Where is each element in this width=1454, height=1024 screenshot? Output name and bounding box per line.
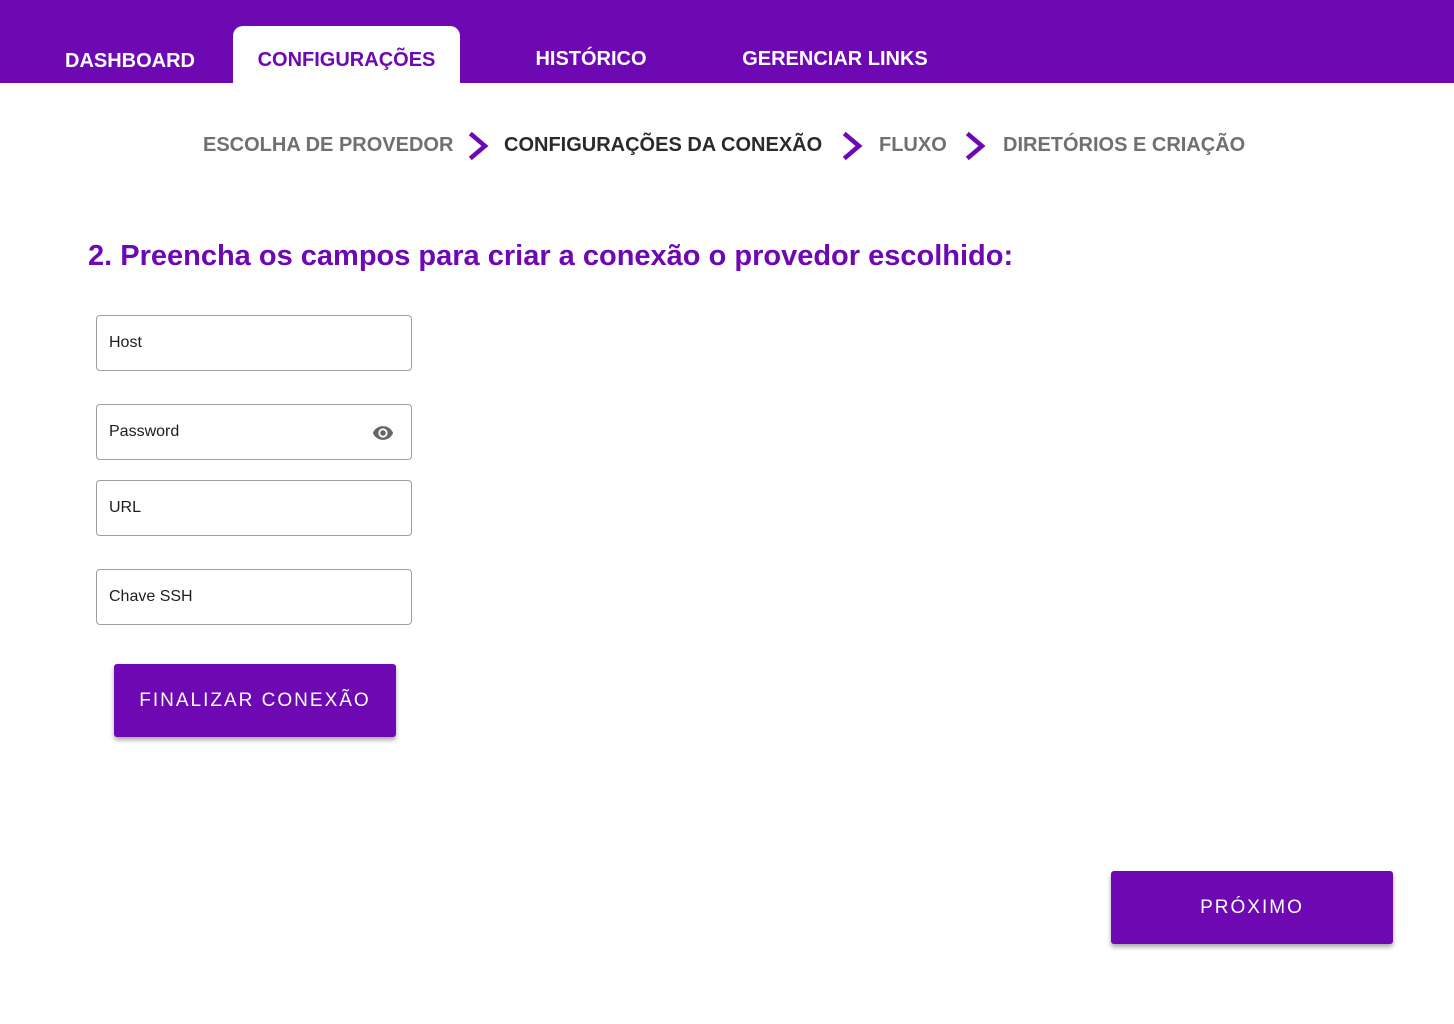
host-field[interactable] bbox=[96, 315, 412, 371]
wizard-stepper: ESCOLHA DE PROVEDOR CONFIGURAÇÕES DA CON… bbox=[0, 130, 1454, 162]
tab-gerenciar-links[interactable]: GERENCIAR LINKS bbox=[725, 48, 945, 71]
eye-icon[interactable] bbox=[371, 422, 395, 444]
tab-historico[interactable]: HISTÓRICO bbox=[500, 48, 682, 71]
ssh-key-field[interactable] bbox=[96, 569, 412, 625]
step-configuracoes-da-conexao: CONFIGURAÇÕES DA CONEXÃO bbox=[504, 134, 823, 156]
form-heading: 2. Preencha os campos para criar a conex… bbox=[88, 240, 1014, 272]
url-field[interactable] bbox=[96, 480, 412, 536]
ssh-key-input[interactable] bbox=[97, 570, 411, 624]
url-input[interactable] bbox=[97, 481, 411, 535]
host-input[interactable] bbox=[97, 316, 411, 370]
tab-dashboard[interactable]: DASHBOARD bbox=[40, 50, 220, 73]
password-input[interactable] bbox=[97, 405, 411, 459]
step-fluxo: FLUXO bbox=[879, 134, 947, 156]
password-field[interactable] bbox=[96, 404, 412, 460]
finalize-connection-button[interactable]: FINALIZAR CONEXÃO bbox=[114, 664, 396, 737]
step-escolha-de-provedor: ESCOLHA DE PROVEDOR bbox=[203, 134, 454, 156]
tab-configuracoes[interactable]: CONFIGURAÇÕES bbox=[233, 26, 460, 83]
chevron-right-icon bbox=[965, 132, 986, 160]
chevron-right-icon bbox=[842, 132, 863, 160]
step-diretorios-e-criacao: DIRETÓRIOS E CRIAÇÃO bbox=[1003, 134, 1246, 156]
next-button[interactable]: PRÓXIMO bbox=[1111, 871, 1393, 944]
chevron-right-icon bbox=[468, 132, 489, 160]
top-navigation-bar: DASHBOARD CONFIGURAÇÕES HISTÓRICO GERENC… bbox=[0, 0, 1454, 83]
